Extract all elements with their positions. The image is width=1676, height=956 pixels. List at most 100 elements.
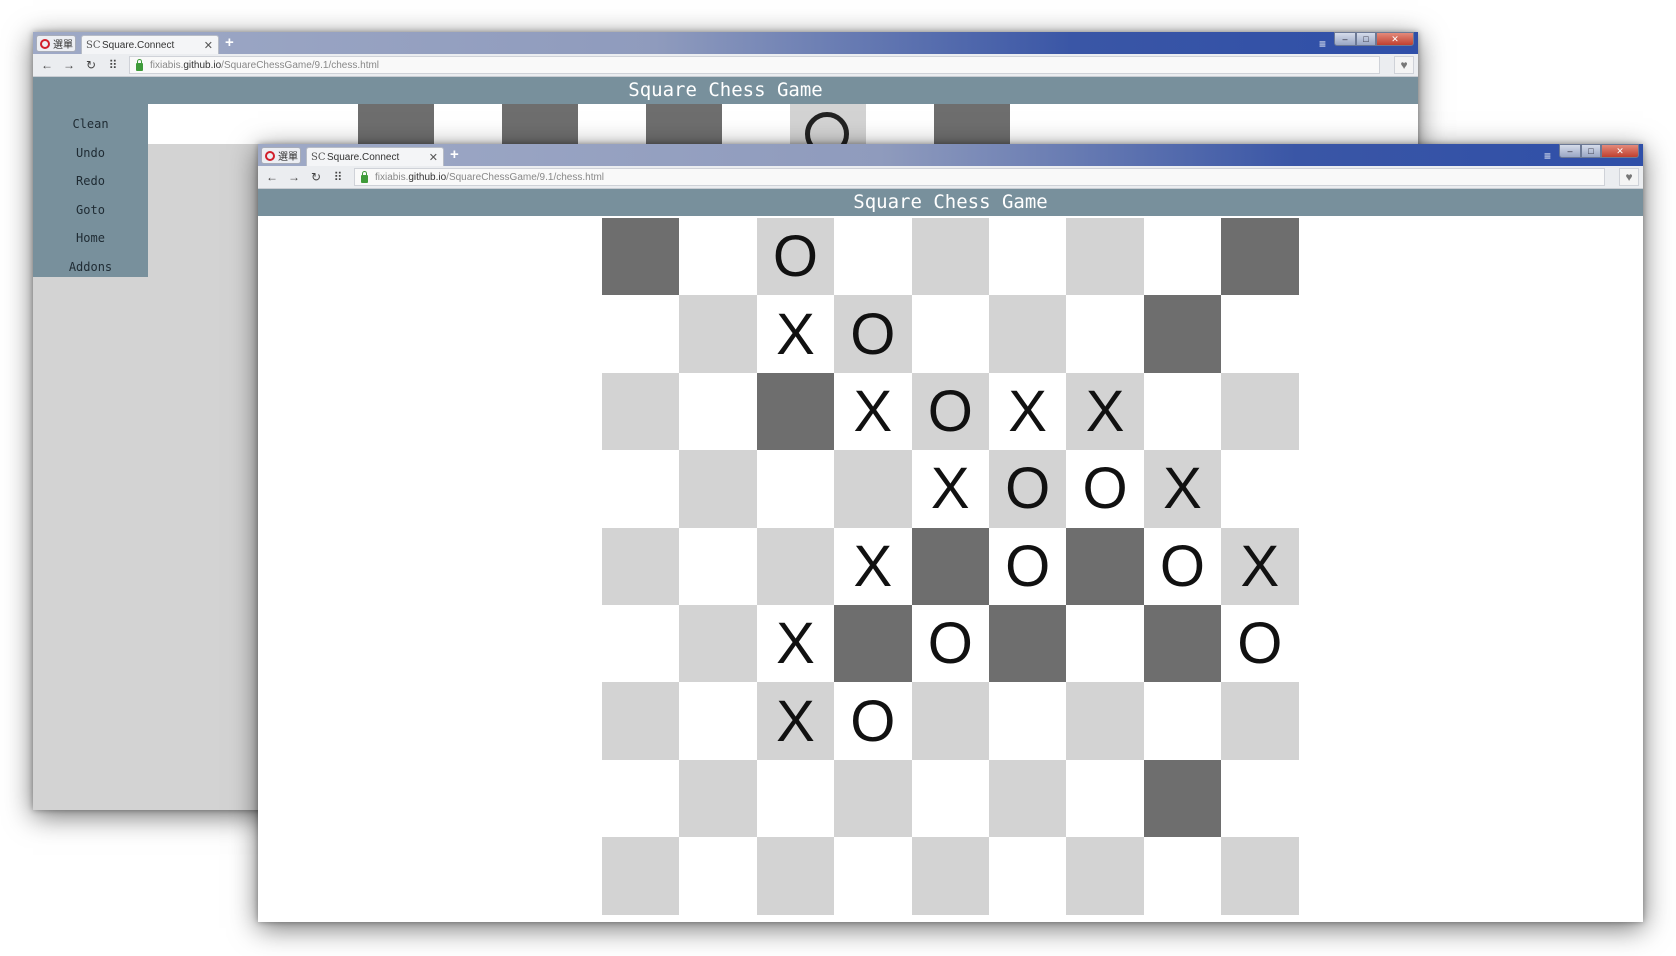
board-cell-r2c6[interactable]: X	[1066, 372, 1144, 451]
board-cell-r0c5[interactable]	[988, 218, 1067, 296]
board-cell-r7c1[interactable]	[679, 759, 757, 838]
sidebar-item-redo[interactable]: Redo	[33, 167, 148, 196]
board-cell-r0c1[interactable]	[679, 218, 757, 296]
board-cell-r2c3[interactable]: X	[834, 372, 912, 451]
board-cell-r8c2[interactable]	[756, 837, 835, 915]
board-cell-r0c3[interactable]	[834, 218, 912, 296]
board-cell-r5c8[interactable]: O	[1221, 604, 1299, 683]
board-cell-r0c0[interactable]	[602, 218, 680, 296]
browser-tab[interactable]: SC Square.Connect ✕	[81, 35, 219, 54]
board-cell-r4c3[interactable]: X	[834, 527, 912, 605]
board-cell-r1c7[interactable]	[1143, 295, 1222, 373]
board-cell-r7c6[interactable]	[1066, 759, 1144, 838]
board-cell-r7c8[interactable]	[1221, 759, 1299, 838]
reload-icon[interactable]: ↻	[310, 170, 322, 184]
board-cell-r2c0[interactable]	[602, 372, 680, 451]
board-cell-r6c2[interactable]: X	[756, 682, 835, 760]
board-cell-r7c5[interactable]	[988, 759, 1067, 838]
close-window-button[interactable]: ✕	[1376, 32, 1414, 46]
board-cell-r7c2[interactable]	[756, 759, 835, 838]
board-cell-r1c1[interactable]	[679, 295, 757, 373]
board-cell-r6c5[interactable]	[988, 682, 1067, 760]
new-tab-button[interactable]: +	[225, 34, 234, 51]
board-cell-r1c0[interactable]	[602, 295, 680, 373]
board-cell-r5c4[interactable]: O	[911, 604, 989, 683]
board-cell-r0c6[interactable]	[1066, 218, 1144, 296]
browser-tab[interactable]: SC Square.Connect ✕	[306, 147, 444, 166]
board-cell-r5c7[interactable]	[1143, 604, 1222, 683]
board-cell-r3c6[interactable]: O	[1066, 450, 1144, 528]
board-cell-r5c2[interactable]: X	[756, 604, 835, 683]
board-cell-r3c3[interactable]	[834, 450, 912, 528]
opera-menu-button[interactable]: 選單	[36, 35, 76, 52]
board-cell-r1c3[interactable]: O	[834, 295, 912, 373]
board-cell-r1c8[interactable]	[1221, 295, 1299, 373]
board-cell-r5c1[interactable]	[679, 604, 757, 683]
board-cell-r1c6[interactable]	[1066, 295, 1144, 373]
board-cell-r8c5[interactable]	[988, 837, 1067, 915]
board-cell-r3c8[interactable]	[1221, 450, 1299, 528]
board-cell-r6c1[interactable]	[679, 682, 757, 760]
board-cell-r2c5[interactable]: X	[988, 372, 1067, 451]
board-cell-r7c3[interactable]	[834, 759, 912, 838]
board-cell-r7c7[interactable]	[1143, 759, 1222, 838]
url-field[interactable]: fixiabis.github.io/SquareChessGame/9.1/c…	[129, 56, 1380, 74]
board-cell-r3c4[interactable]: X	[911, 450, 989, 528]
board-cell-r6c0[interactable]	[602, 682, 680, 760]
board-cell-r2c8[interactable]	[1221, 372, 1299, 451]
board-cell-r2c2[interactable]	[756, 372, 835, 451]
board-cell-r3c5[interactable]: O	[988, 450, 1067, 528]
sidebar-item-undo[interactable]: Undo	[33, 139, 148, 168]
dark-square[interactable]	[934, 104, 1010, 144]
dark-square[interactable]	[502, 104, 578, 144]
board-cell-r7c4[interactable]	[911, 759, 989, 838]
url-field[interactable]: fixiabis.github.io/SquareChessGame/9.1/c…	[354, 168, 1605, 186]
board-cell-r8c8[interactable]	[1221, 837, 1299, 915]
maximize-button[interactable]: □	[1356, 32, 1376, 46]
maximize-button[interactable]: □	[1581, 144, 1601, 158]
board-cell-r1c4[interactable]	[911, 295, 989, 373]
minimize-button[interactable]: –	[1334, 32, 1356, 46]
minimize-button[interactable]: –	[1559, 144, 1581, 158]
board-cell-r8c7[interactable]	[1143, 837, 1222, 915]
board-cell-r5c3[interactable]	[834, 604, 912, 683]
board-cell-r3c7[interactable]: X	[1143, 450, 1222, 528]
board-cell-r6c6[interactable]	[1066, 682, 1144, 760]
board-cell-r4c2[interactable]	[756, 527, 835, 605]
sidebar-item-goto[interactable]: Goto	[33, 196, 148, 225]
board-cell-r4c5[interactable]: O	[988, 527, 1067, 605]
new-tab-button[interactable]: +	[450, 146, 459, 163]
board-cell-r4c8[interactable]: X	[1221, 527, 1299, 605]
board-cell-r2c1[interactable]	[679, 372, 757, 451]
forward-arrow-icon[interactable]: →	[288, 170, 300, 184]
board-cell-r8c6[interactable]	[1066, 837, 1144, 915]
board-cell-r0c7[interactable]	[1143, 218, 1222, 296]
board-cell-r6c8[interactable]	[1221, 682, 1299, 760]
heart-icon[interactable]: ♥	[1619, 168, 1639, 186]
forward-arrow-icon[interactable]: →	[63, 58, 75, 72]
board-cell-r2c7[interactable]	[1143, 372, 1222, 451]
tab-menu-icon[interactable]: ≡	[1544, 149, 1551, 163]
back-arrow-icon[interactable]: ←	[41, 58, 53, 72]
board-cell-r4c4[interactable]	[911, 527, 989, 605]
board-cell-r0c8[interactable]	[1221, 218, 1299, 296]
board-cell-r1c5[interactable]	[988, 295, 1067, 373]
reload-icon[interactable]: ↻	[85, 58, 97, 72]
speed-dial-icon[interactable]: ⠿	[107, 58, 119, 72]
board-cell-r5c6[interactable]	[1066, 604, 1144, 683]
board-cell-r4c6[interactable]	[1066, 527, 1144, 605]
board-cell-r3c1[interactable]	[679, 450, 757, 528]
opera-menu-button[interactable]: 選單	[261, 147, 301, 164]
close-tab-icon[interactable]: ✕	[204, 39, 218, 52]
board-cell-r0c4[interactable]	[911, 218, 989, 296]
board-cell-r3c0[interactable]	[602, 450, 680, 528]
close-window-button[interactable]: ✕	[1601, 144, 1639, 158]
board-cell-r4c7[interactable]: O	[1143, 527, 1222, 605]
heart-icon[interactable]: ♥	[1394, 56, 1414, 74]
board-cell-r0c2[interactable]: O	[756, 218, 835, 296]
foreground-browser-window[interactable]: 選單 SC Square.Connect ✕ + ≡ – □ ✕ ← → ↻ ⠿…	[258, 144, 1643, 922]
board-cell-r8c1[interactable]	[679, 837, 757, 915]
board-cell-r1c2[interactable]: X	[756, 295, 835, 373]
board-cell-r3c2[interactable]	[756, 450, 835, 528]
board-cell-r5c0[interactable]	[602, 604, 680, 683]
